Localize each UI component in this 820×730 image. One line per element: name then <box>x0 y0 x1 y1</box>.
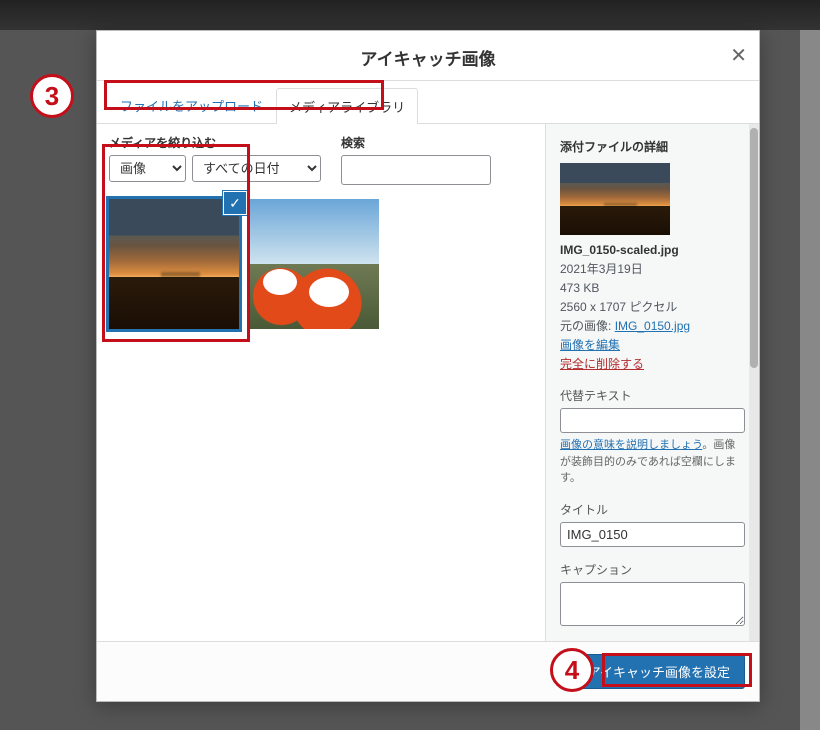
daruma-image <box>249 199 379 329</box>
attachment-meta: IMG_0150-scaled.jpg 2021年3月19日 473 KB 25… <box>560 241 745 373</box>
sidebar-scrollbar[interactable] <box>749 124 759 641</box>
title-input[interactable] <box>560 522 745 547</box>
modal-title: アイキャッチ画像 <box>117 45 739 70</box>
attachment-details-pane: 添付ファイルの詳細 IMG_0150-scaled.jpg 2021年3月19日… <box>545 124 759 641</box>
caption-field: キャプション <box>560 561 745 629</box>
caption-input[interactable] <box>560 582 745 626</box>
tab-bar: ファイルをアップロード メディアライブラリ <box>97 81 759 124</box>
background-right-strip <box>800 30 820 730</box>
modal-body: メディアを絞り込む 画像 すべての日付 検索 <box>97 124 759 641</box>
close-icon: ✕ <box>730 45 747 67</box>
modal-footer: アイキャッチ画像を設定 <box>97 641 759 701</box>
detail-thumbnail <box>560 163 670 235</box>
meta-date: 2021年3月19日 <box>560 260 745 278</box>
meta-original: 元の画像: IMG_0150.jpg <box>560 317 745 335</box>
filter-date-select[interactable]: すべての日付 <box>192 155 321 182</box>
alt-text-field: 代替テキスト 画像の意味を説明しましょう。画像が装飾目的のみであれば空欄にします… <box>560 387 745 487</box>
title-label: タイトル <box>560 501 745 518</box>
meta-filesize: 473 KB <box>560 279 745 297</box>
original-image-link[interactable]: IMG_0150.jpg <box>615 319 690 333</box>
search-group: 検索 <box>341 134 491 185</box>
thumbnail-item[interactable] <box>249 199 379 329</box>
title-field: タイトル <box>560 501 745 547</box>
check-icon[interactable]: ✓ <box>223 191 247 215</box>
search-input[interactable] <box>341 155 491 185</box>
meta-filename: IMG_0150-scaled.jpg <box>560 241 745 259</box>
alt-hint-link[interactable]: 画像の意味を説明しましょう <box>560 439 702 451</box>
edit-image-link[interactable]: 画像を編集 <box>560 338 620 352</box>
modal-header: アイキャッチ画像 ✕ <box>97 31 759 81</box>
background-top-bar <box>0 0 820 30</box>
alt-text-label: 代替テキスト <box>560 387 745 404</box>
alt-text-hint: 画像の意味を説明しましょう。画像が装飾目的のみであれば空欄にします。 <box>560 437 745 487</box>
set-featured-image-button[interactable]: アイキャッチ画像を設定 <box>573 654 745 689</box>
details-heading: 添付ファイルの詳細 <box>560 138 745 155</box>
thumbnail-item-selected[interactable]: ✓ <box>109 199 239 329</box>
media-grid-pane: メディアを絞り込む 画像 すべての日付 検索 <box>97 124 545 641</box>
tab-media-library[interactable]: メディアライブラリ <box>276 88 418 124</box>
caption-label: キャプション <box>560 561 745 578</box>
close-button[interactable]: ✕ <box>730 43 747 68</box>
search-label: 検索 <box>341 134 491 151</box>
filter-media-label: メディアを絞り込む <box>109 134 321 151</box>
thumbnail-grid: ✓ <box>109 199 533 329</box>
alt-text-input[interactable] <box>560 408 745 433</box>
filter-type-select[interactable]: 画像 <box>109 155 186 182</box>
delete-image-link[interactable]: 完全に削除する <box>560 357 644 371</box>
media-modal: アイキャッチ画像 ✕ ファイルをアップロード メディアライブラリ メディアを絞り… <box>96 30 760 702</box>
tab-upload[interactable]: ファイルをアップロード <box>107 87 276 123</box>
meta-dimensions: 2560 x 1707 ピクセル <box>560 298 745 316</box>
sunset-image <box>109 199 239 329</box>
filter-media: メディアを絞り込む 画像 すべての日付 <box>109 134 321 182</box>
filters-row: メディアを絞り込む 画像 すべての日付 検索 <box>109 134 533 185</box>
